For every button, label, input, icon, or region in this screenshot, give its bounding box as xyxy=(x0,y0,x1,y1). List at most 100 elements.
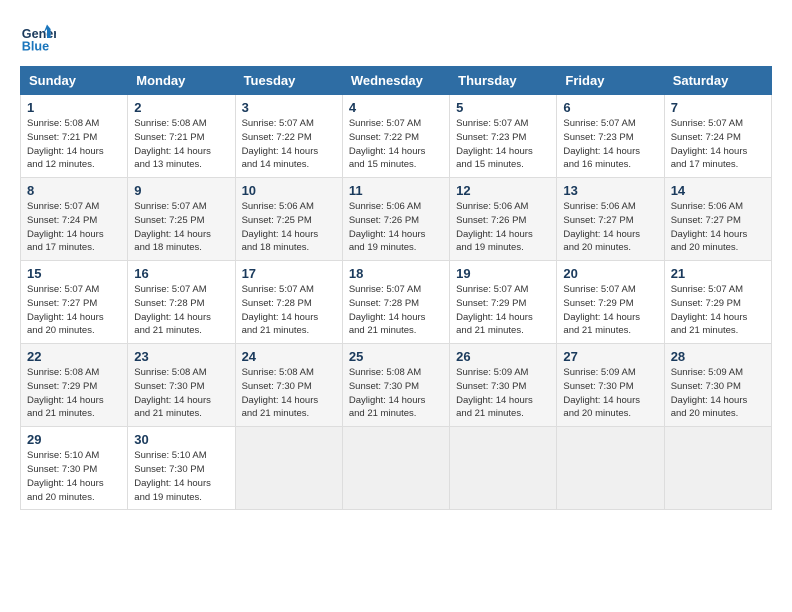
calendar-cell-7: 7 Sunrise: 5:07 AM Sunset: 7:24 PM Dayli… xyxy=(664,95,771,178)
day-number: 12 xyxy=(456,183,550,198)
page-header: General Blue xyxy=(20,20,772,56)
day-number: 21 xyxy=(671,266,765,281)
cell-info: Sunrise: 5:08 AM Sunset: 7:21 PM Dayligh… xyxy=(27,117,121,172)
calendar-cell-6: 6 Sunrise: 5:07 AM Sunset: 7:23 PM Dayli… xyxy=(557,95,664,178)
cell-info: Sunrise: 5:07 AM Sunset: 7:29 PM Dayligh… xyxy=(456,283,550,338)
cell-info: Sunrise: 5:06 AM Sunset: 7:26 PM Dayligh… xyxy=(456,200,550,255)
day-number: 27 xyxy=(563,349,657,364)
day-number: 2 xyxy=(134,100,228,115)
calendar-cell-2: 2 Sunrise: 5:08 AM Sunset: 7:21 PM Dayli… xyxy=(128,95,235,178)
calendar-cell-12: 12 Sunrise: 5:06 AM Sunset: 7:26 PM Dayl… xyxy=(450,178,557,261)
cell-info: Sunrise: 5:07 AM Sunset: 7:29 PM Dayligh… xyxy=(671,283,765,338)
day-number: 11 xyxy=(349,183,443,198)
cell-info: Sunrise: 5:07 AM Sunset: 7:23 PM Dayligh… xyxy=(456,117,550,172)
day-number: 16 xyxy=(134,266,228,281)
cell-info: Sunrise: 5:09 AM Sunset: 7:30 PM Dayligh… xyxy=(563,366,657,421)
cell-info: Sunrise: 5:07 AM Sunset: 7:28 PM Dayligh… xyxy=(349,283,443,338)
cell-info: Sunrise: 5:07 AM Sunset: 7:22 PM Dayligh… xyxy=(242,117,336,172)
day-number: 9 xyxy=(134,183,228,198)
day-number: 13 xyxy=(563,183,657,198)
calendar-week-1: 1 Sunrise: 5:08 AM Sunset: 7:21 PM Dayli… xyxy=(21,95,772,178)
calendar-week-3: 15 Sunrise: 5:07 AM Sunset: 7:27 PM Dayl… xyxy=(21,261,772,344)
calendar-cell-20: 20 Sunrise: 5:07 AM Sunset: 7:29 PM Dayl… xyxy=(557,261,664,344)
day-number: 24 xyxy=(242,349,336,364)
day-number: 8 xyxy=(27,183,121,198)
cell-info: Sunrise: 5:09 AM Sunset: 7:30 PM Dayligh… xyxy=(671,366,765,421)
calendar-cell-empty xyxy=(342,427,449,510)
calendar-cell-23: 23 Sunrise: 5:08 AM Sunset: 7:30 PM Dayl… xyxy=(128,344,235,427)
logo: General Blue xyxy=(20,20,60,56)
cell-info: Sunrise: 5:08 AM Sunset: 7:21 PM Dayligh… xyxy=(134,117,228,172)
calendar-header-row: SundayMondayTuesdayWednesdayThursdayFrid… xyxy=(21,67,772,95)
day-header-friday: Friday xyxy=(557,67,664,95)
calendar-cell-27: 27 Sunrise: 5:09 AM Sunset: 7:30 PM Dayl… xyxy=(557,344,664,427)
day-number: 10 xyxy=(242,183,336,198)
day-header-wednesday: Wednesday xyxy=(342,67,449,95)
calendar-cell-empty xyxy=(235,427,342,510)
calendar-week-4: 22 Sunrise: 5:08 AM Sunset: 7:29 PM Dayl… xyxy=(21,344,772,427)
cell-info: Sunrise: 5:08 AM Sunset: 7:30 PM Dayligh… xyxy=(242,366,336,421)
calendar-cell-empty xyxy=(557,427,664,510)
cell-info: Sunrise: 5:07 AM Sunset: 7:23 PM Dayligh… xyxy=(563,117,657,172)
calendar-cell-1: 1 Sunrise: 5:08 AM Sunset: 7:21 PM Dayli… xyxy=(21,95,128,178)
calendar-week-5: 29 Sunrise: 5:10 AM Sunset: 7:30 PM Dayl… xyxy=(21,427,772,510)
day-number: 3 xyxy=(242,100,336,115)
cell-info: Sunrise: 5:06 AM Sunset: 7:26 PM Dayligh… xyxy=(349,200,443,255)
svg-text:Blue: Blue xyxy=(22,40,49,54)
day-number: 18 xyxy=(349,266,443,281)
day-number: 15 xyxy=(27,266,121,281)
calendar-cell-22: 22 Sunrise: 5:08 AM Sunset: 7:29 PM Dayl… xyxy=(21,344,128,427)
cell-info: Sunrise: 5:07 AM Sunset: 7:22 PM Dayligh… xyxy=(349,117,443,172)
day-header-saturday: Saturday xyxy=(664,67,771,95)
cell-info: Sunrise: 5:06 AM Sunset: 7:27 PM Dayligh… xyxy=(671,200,765,255)
day-number: 20 xyxy=(563,266,657,281)
calendar-cell-21: 21 Sunrise: 5:07 AM Sunset: 7:29 PM Dayl… xyxy=(664,261,771,344)
calendar-cell-24: 24 Sunrise: 5:08 AM Sunset: 7:30 PM Dayl… xyxy=(235,344,342,427)
calendar-cell-5: 5 Sunrise: 5:07 AM Sunset: 7:23 PM Dayli… xyxy=(450,95,557,178)
cell-info: Sunrise: 5:10 AM Sunset: 7:30 PM Dayligh… xyxy=(134,449,228,504)
day-header-monday: Monday xyxy=(128,67,235,95)
calendar-cell-9: 9 Sunrise: 5:07 AM Sunset: 7:25 PM Dayli… xyxy=(128,178,235,261)
calendar-cell-3: 3 Sunrise: 5:07 AM Sunset: 7:22 PM Dayli… xyxy=(235,95,342,178)
day-number: 4 xyxy=(349,100,443,115)
cell-info: Sunrise: 5:10 AM Sunset: 7:30 PM Dayligh… xyxy=(27,449,121,504)
cell-info: Sunrise: 5:07 AM Sunset: 7:24 PM Dayligh… xyxy=(27,200,121,255)
calendar-cell-25: 25 Sunrise: 5:08 AM Sunset: 7:30 PM Dayl… xyxy=(342,344,449,427)
calendar-cell-4: 4 Sunrise: 5:07 AM Sunset: 7:22 PM Dayli… xyxy=(342,95,449,178)
calendar-cell-28: 28 Sunrise: 5:09 AM Sunset: 7:30 PM Dayl… xyxy=(664,344,771,427)
calendar-cell-14: 14 Sunrise: 5:06 AM Sunset: 7:27 PM Dayl… xyxy=(664,178,771,261)
calendar-cell-10: 10 Sunrise: 5:06 AM Sunset: 7:25 PM Dayl… xyxy=(235,178,342,261)
calendar-cell-18: 18 Sunrise: 5:07 AM Sunset: 7:28 PM Dayl… xyxy=(342,261,449,344)
calendar-cell-11: 11 Sunrise: 5:06 AM Sunset: 7:26 PM Dayl… xyxy=(342,178,449,261)
cell-info: Sunrise: 5:06 AM Sunset: 7:27 PM Dayligh… xyxy=(563,200,657,255)
day-number: 19 xyxy=(456,266,550,281)
calendar-cell-empty xyxy=(664,427,771,510)
day-number: 22 xyxy=(27,349,121,364)
day-number: 1 xyxy=(27,100,121,115)
calendar-cell-26: 26 Sunrise: 5:09 AM Sunset: 7:30 PM Dayl… xyxy=(450,344,557,427)
calendar-cell-17: 17 Sunrise: 5:07 AM Sunset: 7:28 PM Dayl… xyxy=(235,261,342,344)
calendar-cell-empty xyxy=(450,427,557,510)
day-number: 6 xyxy=(563,100,657,115)
day-header-tuesday: Tuesday xyxy=(235,67,342,95)
day-number: 14 xyxy=(671,183,765,198)
cell-info: Sunrise: 5:07 AM Sunset: 7:27 PM Dayligh… xyxy=(27,283,121,338)
cell-info: Sunrise: 5:07 AM Sunset: 7:29 PM Dayligh… xyxy=(563,283,657,338)
day-number: 5 xyxy=(456,100,550,115)
calendar-cell-15: 15 Sunrise: 5:07 AM Sunset: 7:27 PM Dayl… xyxy=(21,261,128,344)
calendar-cell-30: 30 Sunrise: 5:10 AM Sunset: 7:30 PM Dayl… xyxy=(128,427,235,510)
day-number: 7 xyxy=(671,100,765,115)
day-number: 28 xyxy=(671,349,765,364)
day-header-thursday: Thursday xyxy=(450,67,557,95)
day-number: 17 xyxy=(242,266,336,281)
cell-info: Sunrise: 5:09 AM Sunset: 7:30 PM Dayligh… xyxy=(456,366,550,421)
cell-info: Sunrise: 5:07 AM Sunset: 7:25 PM Dayligh… xyxy=(134,200,228,255)
calendar-cell-29: 29 Sunrise: 5:10 AM Sunset: 7:30 PM Dayl… xyxy=(21,427,128,510)
logo-icon: General Blue xyxy=(20,20,56,56)
day-header-sunday: Sunday xyxy=(21,67,128,95)
cell-info: Sunrise: 5:08 AM Sunset: 7:30 PM Dayligh… xyxy=(134,366,228,421)
calendar-cell-13: 13 Sunrise: 5:06 AM Sunset: 7:27 PM Dayl… xyxy=(557,178,664,261)
cell-info: Sunrise: 5:07 AM Sunset: 7:28 PM Dayligh… xyxy=(242,283,336,338)
calendar-cell-16: 16 Sunrise: 5:07 AM Sunset: 7:28 PM Dayl… xyxy=(128,261,235,344)
cell-info: Sunrise: 5:08 AM Sunset: 7:30 PM Dayligh… xyxy=(349,366,443,421)
